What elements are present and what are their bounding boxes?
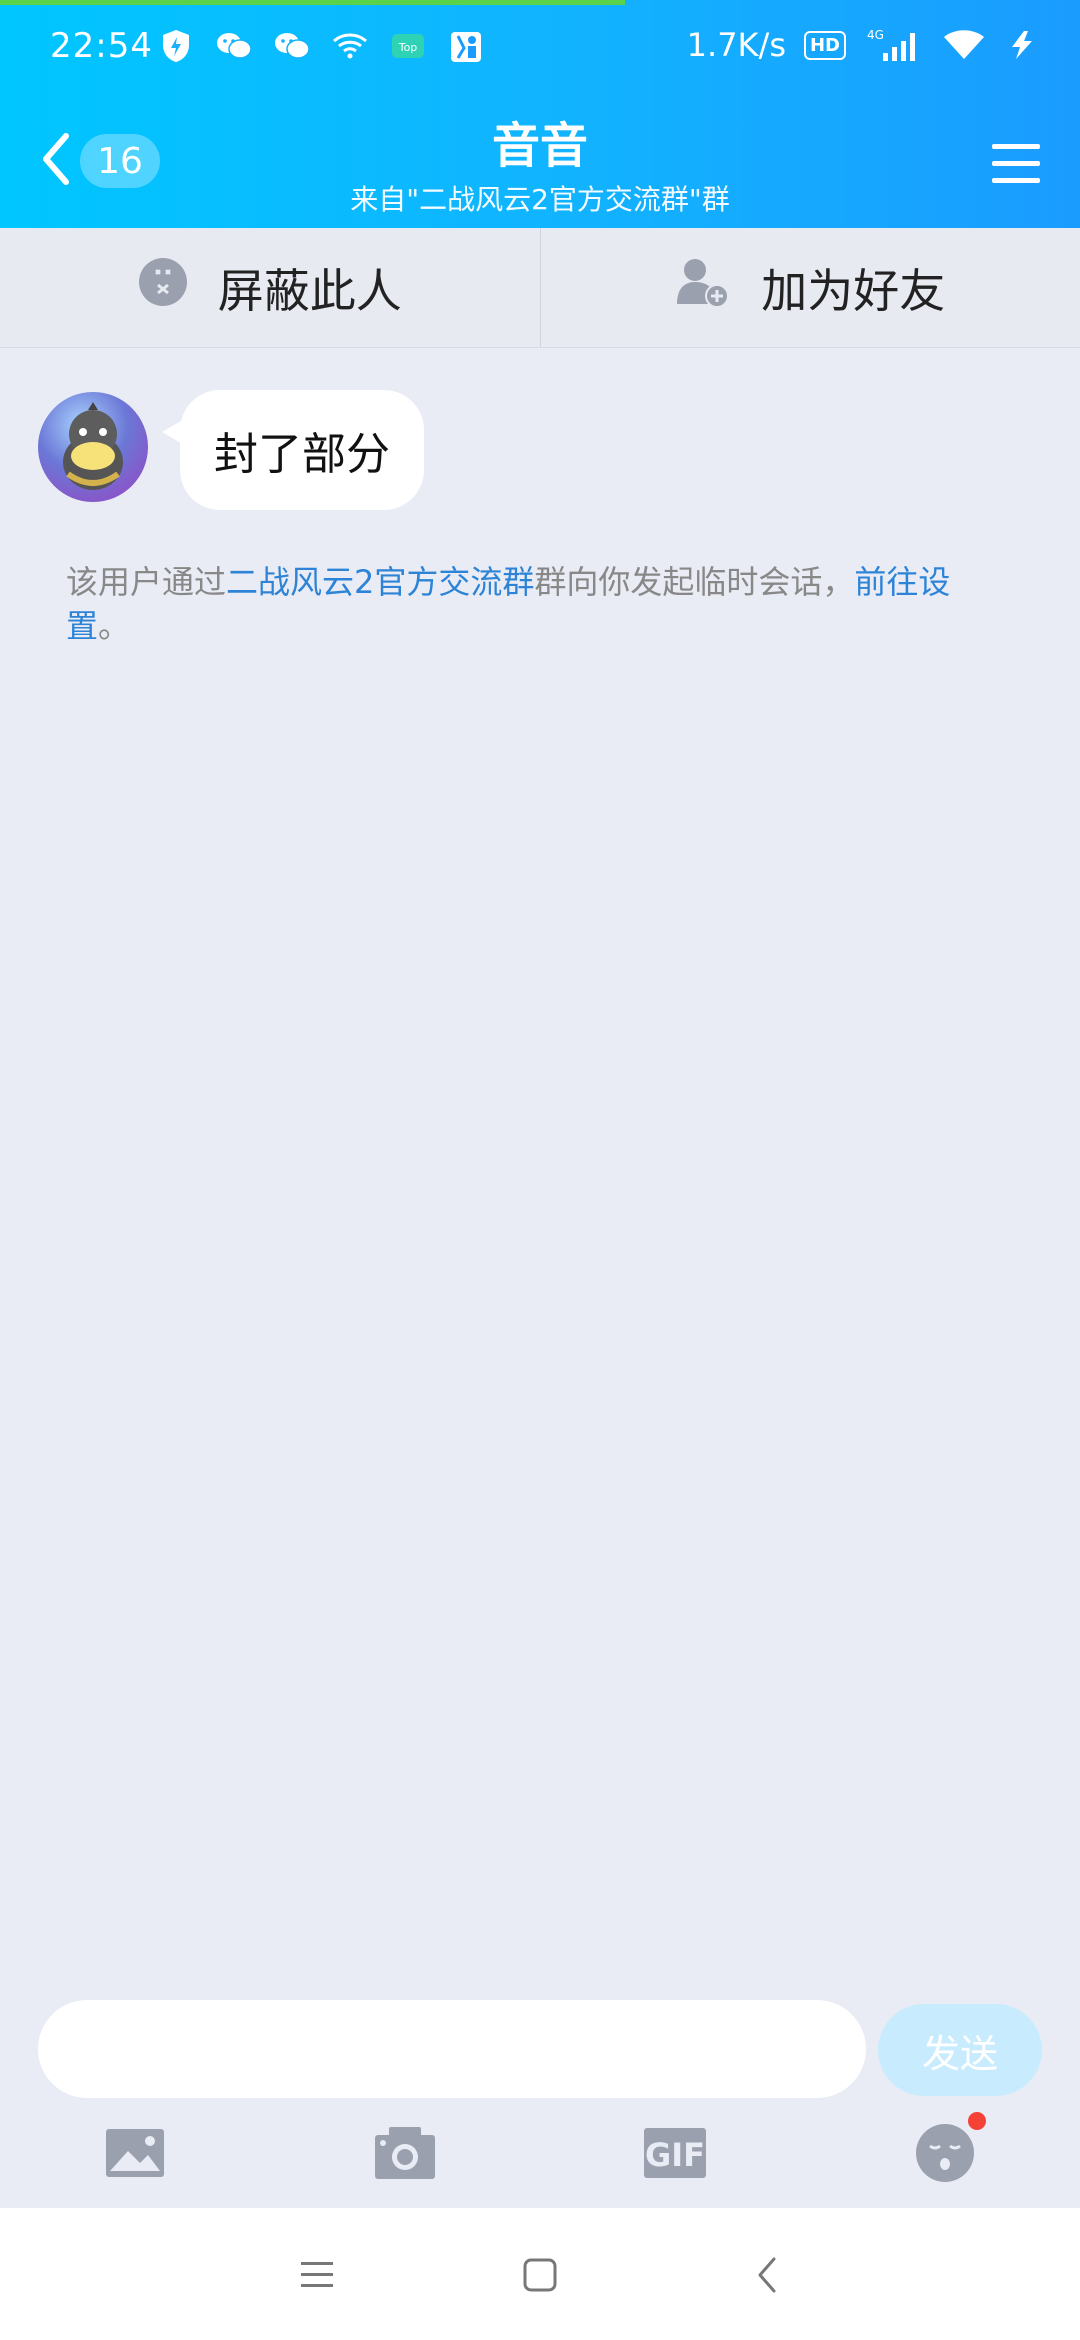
emoji-face-icon	[916, 2124, 974, 2182]
chat-title: 音音	[491, 118, 588, 174]
wechat-icon	[216, 28, 252, 64]
bird-avatar-icon	[63, 402, 123, 490]
top-app-icon: Top	[390, 28, 426, 64]
status-bar: 22:54 Top 1.7K/s HD 4G	[0, 0, 1080, 100]
notification-app-icon	[448, 28, 484, 64]
image-button[interactable]	[100, 2118, 170, 2188]
status-time: 22:54	[50, 26, 153, 66]
recent-apps-button[interactable]	[290, 2248, 344, 2302]
chat-title-area: 音音 来自"二战风云2官方交流群"群	[0, 118, 1080, 218]
home-button[interactable]	[513, 2248, 567, 2302]
composer-tools: GIF	[0, 2112, 1080, 2198]
menu-button[interactable]	[988, 140, 1044, 188]
add-friend-button[interactable]: 加为好友	[539, 228, 1080, 347]
menu-lines-icon	[301, 2262, 333, 2287]
block-user-label: 屏蔽此人	[217, 263, 402, 318]
svg-text:GIF: GIF	[645, 2136, 705, 2174]
notice-suffix: 。	[98, 607, 131, 645]
svg-text:Top: Top	[398, 41, 418, 54]
image-icon	[106, 2129, 164, 2177]
wifi-icon	[942, 27, 986, 63]
hd-icon: HD	[803, 30, 846, 60]
add-person-icon	[675, 256, 731, 319]
notice-prefix: 该用户通过	[66, 563, 227, 601]
title-bar: 22:54 Top 1.7K/s HD 4G 16 音音 来自"二战风云2官方交…	[0, 0, 1080, 228]
charging-icon	[1004, 27, 1040, 63]
system-navigation-bar	[0, 2208, 1080, 2340]
block-face-icon	[138, 257, 188, 318]
camera-icon	[375, 2127, 435, 2179]
group-link[interactable]: 二战风云2官方交流群	[226, 563, 534, 601]
camera-button[interactable]	[370, 2118, 440, 2188]
status-system-icons: 1.7K/s HD 4G	[687, 26, 1040, 64]
emoji-button[interactable]	[910, 2112, 986, 2188]
signal-icon: 4G	[864, 27, 924, 63]
message-bubble[interactable]: 封了部分	[162, 390, 424, 510]
svg-text:4G: 4G	[867, 28, 884, 42]
hamburger-menu-icon	[992, 144, 1040, 183]
home-square-icon	[523, 2258, 557, 2292]
chat-message-list[interactable]: 封了部分 该用户通过二战风云2官方交流群群向你发起临时会话，前往设置。	[0, 348, 1080, 1988]
send-button[interactable]: 发送	[878, 2004, 1042, 2096]
shield-icon	[158, 28, 194, 64]
block-user-button[interactable]: 屏蔽此人	[0, 228, 540, 347]
gif-button[interactable]: GIF	[640, 2118, 710, 2188]
system-back-button[interactable]	[740, 2248, 794, 2302]
message-input[interactable]	[38, 2000, 866, 2098]
temporary-chat-notice: 该用户通过二战风云2官方交流群群向你发起临时会话，前往设置。	[66, 560, 1006, 648]
chat-subtitle: 来自"二战风云2官方交流群"群	[350, 183, 730, 216]
new-indicator-dot	[968, 2112, 986, 2130]
notice-middle: 群向你发起临时会话，	[534, 563, 855, 601]
add-friend-label: 加为好友	[761, 263, 946, 318]
composer-area: 发送 GIF	[0, 1988, 1080, 2208]
gif-icon: GIF	[644, 2128, 706, 2178]
status-notification-icons: Top	[158, 28, 484, 64]
wifi-icon	[332, 28, 368, 64]
chat-actions-bar: 屏蔽此人 加为好友	[0, 228, 1080, 348]
chevron-left-icon	[758, 2257, 776, 2293]
avatar[interactable]	[38, 392, 148, 502]
network-speed: 1.7K/s	[686, 26, 786, 64]
wechat-icon	[274, 28, 310, 64]
